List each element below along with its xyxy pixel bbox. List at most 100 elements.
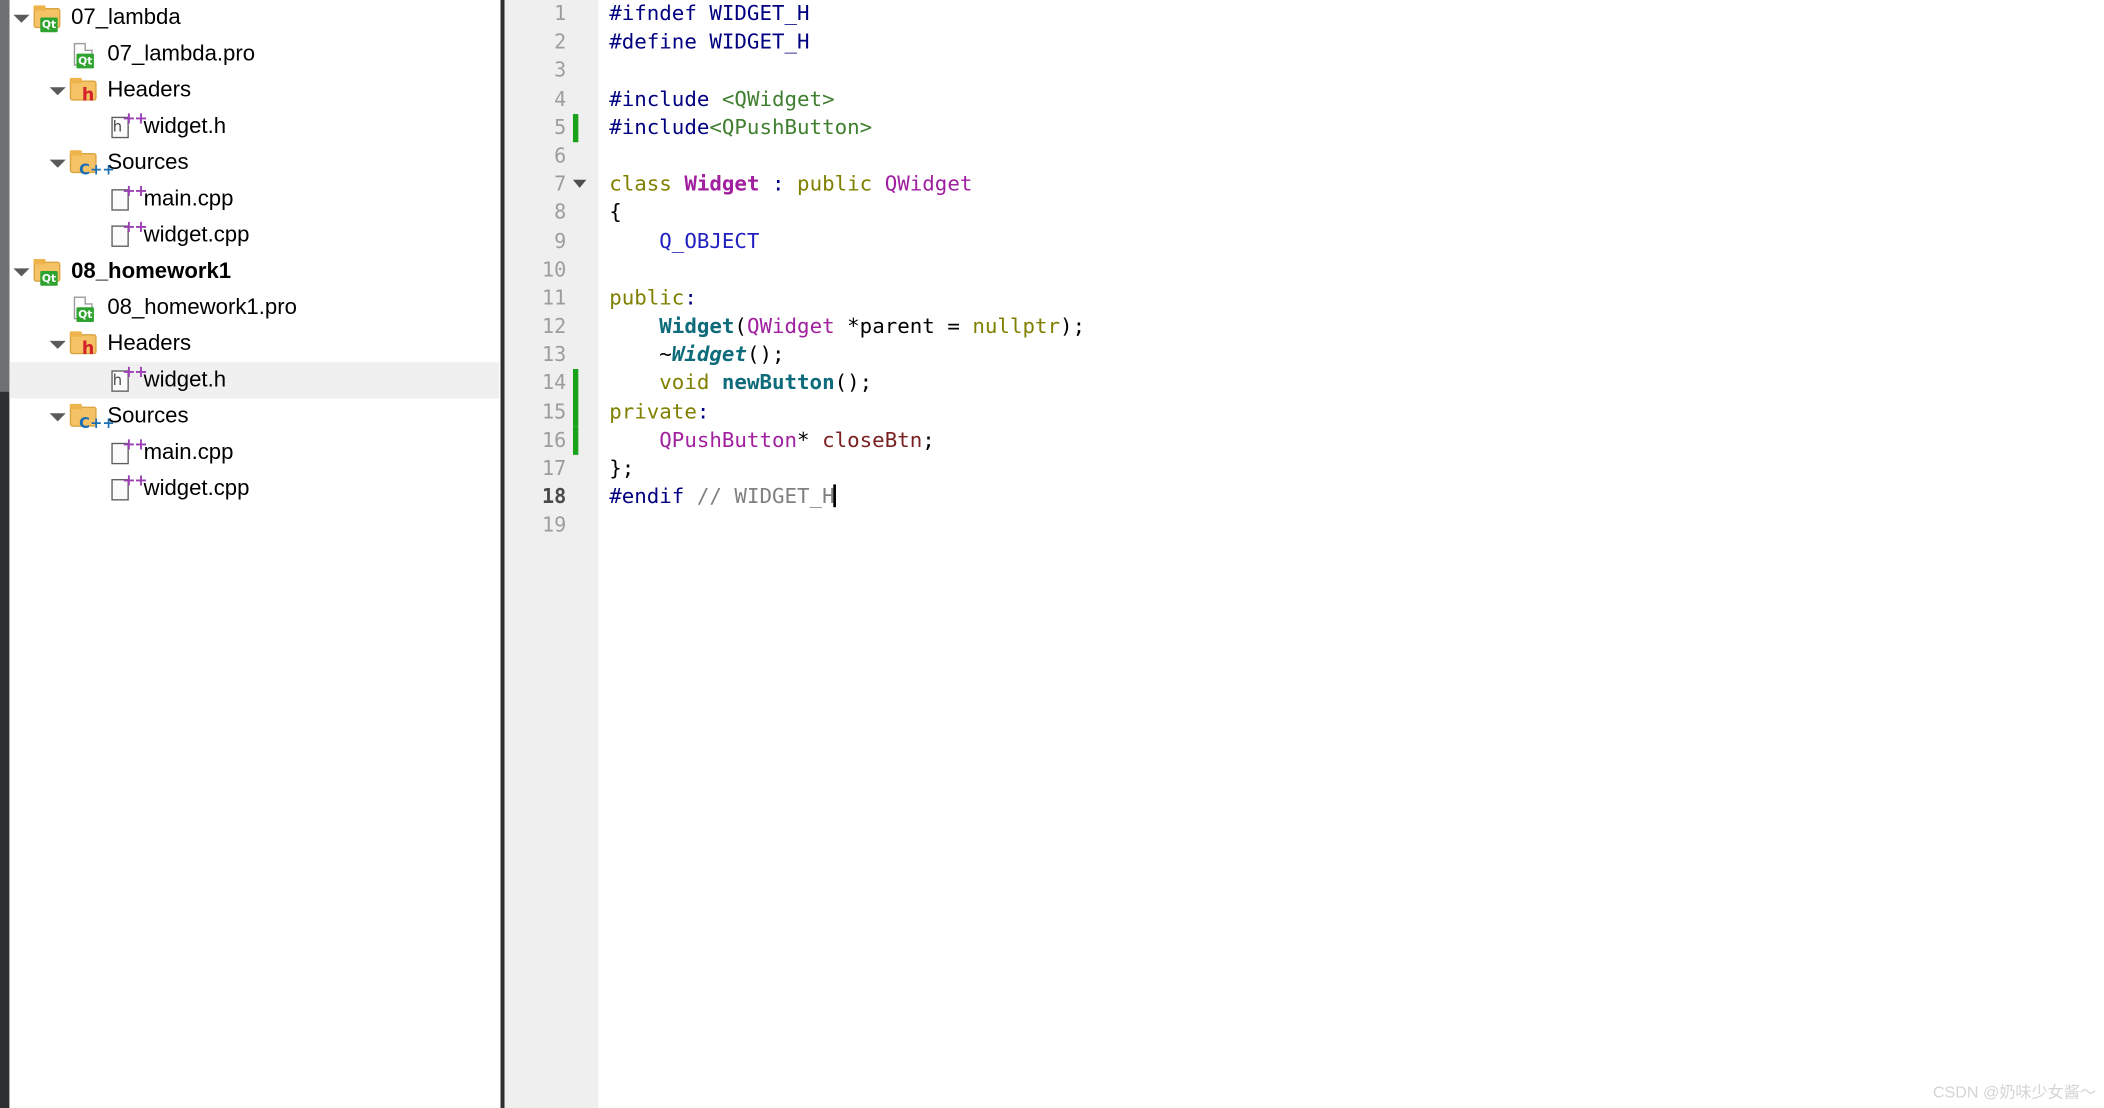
watermark-label: CSDN @奶味少女酱～ (1932, 1082, 2096, 1102)
code-line-text: #endif // WIDGET_H (609, 483, 836, 511)
tree-item-label: main.cpp (143, 186, 234, 212)
code-line[interactable]: 17}; (505, 455, 2104, 483)
qt-pro-file-icon: Qt (70, 40, 98, 69)
tree-item-icon-wrap: ++ (106, 182, 148, 213)
line-number: 14 (542, 370, 567, 396)
tree-twisty-empty (82, 435, 106, 471)
tree-item-icon-wrap: ++ (106, 472, 148, 503)
tree-item-sources[interactable]: C++ Sources (9, 145, 500, 181)
chevron-down-icon[interactable] (46, 72, 70, 108)
tree-item-label: 07_lambda (71, 5, 181, 30)
line-number: 3 (554, 58, 567, 83)
chevron-down-icon[interactable] (46, 145, 70, 181)
code-line[interactable]: 15 private: (505, 398, 2104, 427)
code-line[interactable]: 19 (505, 512, 2104, 540)
code-token: newButton (721, 370, 835, 396)
code-line-text: public: (609, 284, 697, 312)
code-token: class (609, 171, 685, 197)
code-text-area[interactable]: 1 #ifndef WIDGET_H 2 #define WIDGET_H 3 4 #inc… (505, 0, 2104, 1108)
tree-item-widget-h[interactable]: h ++ widget.h (9, 109, 500, 145)
tree-item-sources[interactable]: C++ Sources (9, 399, 500, 435)
code-line[interactable]: 10 (505, 256, 2104, 284)
code-line[interactable]: 9 Q_OBJECT (505, 227, 2104, 255)
code-line-text: ~Widget(); (609, 341, 784, 369)
code-token: : (696, 399, 710, 424)
tree-item-08-homework1-pro[interactable]: Qt 08_homework1.pro (9, 290, 500, 326)
code-token: ); (1060, 314, 1086, 339)
code-line-text: QPushButton* closeBtn; (609, 426, 935, 454)
chevron-down-icon[interactable] (46, 326, 70, 362)
code-line[interactable]: 1 #ifndef WIDGET_H (505, 0, 2104, 28)
code-line[interactable]: 11 public: (505, 284, 2104, 312)
tree-item-headers[interactable]: h Headers (9, 72, 500, 108)
qt-pro-file-icon: Qt (70, 294, 98, 323)
code-line[interactable]: 6 (505, 142, 2104, 170)
tree-item-icon-wrap: h (69, 76, 108, 105)
tree-item-08-homework1[interactable]: Qt 08_homework1 (9, 254, 500, 290)
line-number: 12 (542, 314, 567, 339)
line-number: 6 (554, 143, 567, 168)
change-marker (572, 426, 579, 455)
code-token: Widget (671, 342, 747, 367)
tree-item-widget-cpp[interactable]: ++ widget.cpp (9, 217, 500, 253)
change-marker (572, 113, 579, 143)
code-line[interactable]: 12 Widget(QWidget *parent = nullptr); (505, 313, 2104, 341)
tree-item-label: Sources (107, 404, 189, 429)
tree-twisty-empty (82, 217, 106, 253)
code-token: private (609, 399, 697, 424)
tree-item-main-cpp[interactable]: ++ main.cpp (9, 181, 500, 217)
chevron-down-icon[interactable] (9, 254, 33, 290)
code-token: }; (609, 456, 635, 481)
code-editor-pane: 1 #ifndef WIDGET_H 2 #define WIDGET_H 3 4 #inc… (500, 0, 2104, 1108)
tree-item-07-lambda[interactable]: Qt 07_lambda (9, 0, 500, 36)
tree-item-07-lambda-pro[interactable]: Qt 07_lambda.pro (9, 36, 500, 72)
code-token: QWidget (746, 314, 835, 339)
vertical-scrollbar-thumb[interactable] (0, 0, 10, 392)
tree-item-icon-wrap: ++ (106, 219, 148, 249)
headers-folder-icon: h (69, 330, 98, 358)
tree-item-widget-cpp[interactable]: ++ widget.cpp (9, 471, 500, 507)
code-line[interactable]: 5 #include<QPushButton> (505, 113, 2104, 143)
code-line[interactable]: 14 void newButton(); (505, 369, 2104, 399)
line-number: 17 (542, 456, 567, 481)
project-tree[interactable]: Qt 07_lambda Qt 07_lambda.pro h Headers h ++ wid… (9, 0, 501, 507)
code-token: closeBtn (822, 427, 923, 452)
tree-item-widget-h[interactable]: h ++ widget.h (9, 362, 501, 399)
tree-item-main-cpp[interactable]: ++ main.cpp (9, 435, 500, 471)
code-line[interactable]: 3 (505, 57, 2104, 85)
tree-twisty-empty (82, 109, 106, 145)
code-line[interactable]: 4 #include <QWidget> (505, 85, 2104, 113)
tree-item-icon-wrap: h ++ (106, 110, 148, 141)
code-token: Widget (684, 171, 760, 197)
code-token: parent (859, 314, 935, 339)
line-number: 13 (542, 342, 567, 367)
code-line[interactable]: 16 QPushButton* closeBtn; (505, 426, 2104, 455)
tree-item-label: widget.cpp (143, 476, 250, 501)
line-number: 1 (554, 1, 567, 26)
tree-twisty-empty (82, 471, 106, 507)
code-line[interactable]: 8{ (505, 199, 2104, 227)
project-explorer-pane: Qt 07_lambda Qt 07_lambda.pro h Headers h ++ wid… (0, 0, 501, 1108)
chevron-down-icon[interactable] (46, 399, 70, 435)
headers-folder-icon: h (69, 76, 98, 105)
code-line[interactable]: 2 #define WIDGET_H (505, 28, 2104, 56)
tree-item-headers[interactable]: h Headers (9, 326, 500, 362)
code-line[interactable]: 13 ~Widget(); (505, 341, 2104, 369)
chevron-down-icon[interactable] (9, 0, 33, 36)
code-line[interactable]: 18 #endif // WIDGET_H (505, 483, 2104, 511)
code-line[interactable]: 7 class Widget : public QWidget (505, 171, 2104, 199)
fold-collapse-icon[interactable] (572, 179, 587, 189)
code-token: ( (734, 314, 747, 339)
tree-item-icon-wrap: C++ (69, 149, 115, 177)
code-token: (); (746, 342, 785, 367)
cpp-source-file-icon: ++ (106, 472, 148, 503)
line-number: 4 (554, 86, 567, 111)
code-line-text: Q_OBJECT (609, 227, 759, 255)
